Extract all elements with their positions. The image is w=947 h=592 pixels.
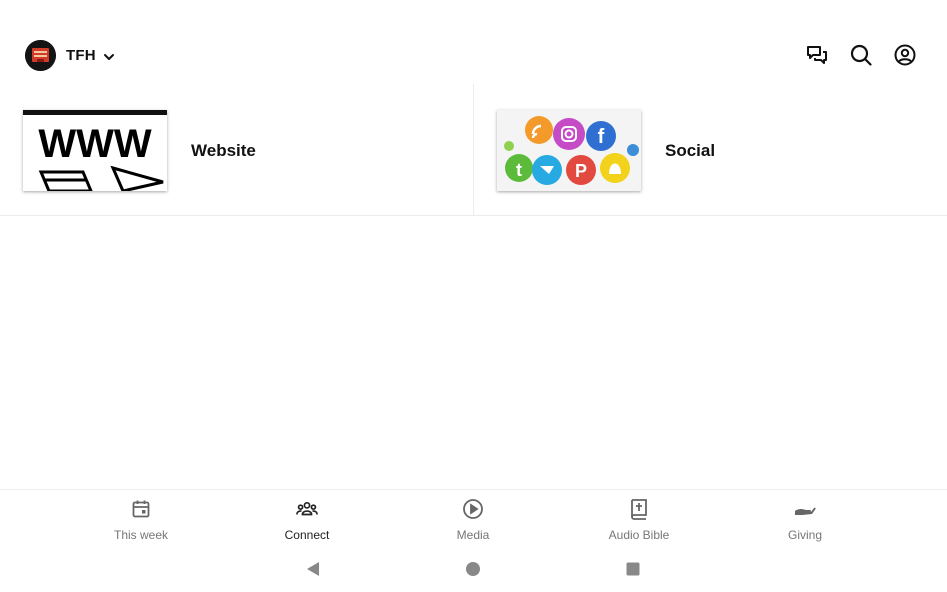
svg-text:f: f <box>598 126 605 148</box>
bible-icon <box>628 498 650 520</box>
tab-giving[interactable]: Giving <box>745 498 865 542</box>
tab-label: Audio Bible <box>608 528 670 542</box>
social-thumbnail: f t P <box>497 110 641 191</box>
play-circle-icon <box>462 498 484 520</box>
search-icon[interactable] <box>849 43 873 67</box>
chevron-down-icon <box>103 50 115 62</box>
tab-label: Giving <box>787 528 822 542</box>
calendar-icon <box>130 498 152 520</box>
tab-media[interactable]: Media <box>413 498 533 542</box>
connect-list: WWW Website f t P Social <box>0 84 947 216</box>
bottom-navigation: This week Connect Media Audio Bible Givi… <box>0 489 947 546</box>
profile-icon[interactable] <box>893 43 917 67</box>
tab-audio-bible[interactable]: Audio Bible <box>579 498 699 542</box>
tab-label: Connect <box>284 528 330 542</box>
recents-icon[interactable] <box>624 560 642 578</box>
tab-label: This week <box>113 528 169 542</box>
www-text: WWW <box>38 122 152 166</box>
church-logo <box>25 40 56 71</box>
org-switcher[interactable]: TFH <box>25 40 115 71</box>
org-name: TFH <box>66 47 96 64</box>
social-label: Social <box>665 141 716 160</box>
tab-this-week[interactable]: This week <box>81 498 201 542</box>
tab-connect[interactable]: Connect <box>247 498 367 542</box>
system-navigation-bar <box>0 545 947 592</box>
giving-hand-icon <box>794 498 816 520</box>
tab-label: Media <box>456 528 490 542</box>
svg-text:t: t <box>516 160 522 180</box>
people-icon <box>296 498 318 520</box>
svg-text:P: P <box>575 161 587 181</box>
home-icon[interactable] <box>464 560 482 578</box>
website-card[interactable]: WWW Website <box>0 84 473 215</box>
top-app-bar: TFH <box>0 0 947 84</box>
social-card[interactable]: f t P Social <box>473 84 947 215</box>
back-icon[interactable] <box>304 560 322 578</box>
website-thumbnail: WWW <box>23 110 167 191</box>
website-label: Website <box>191 141 256 160</box>
chat-icon[interactable] <box>805 43 829 67</box>
